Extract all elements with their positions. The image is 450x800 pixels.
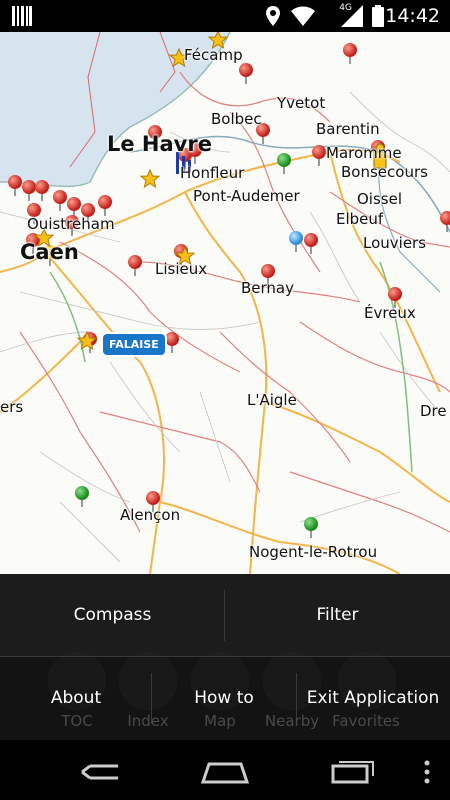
place-alencon: Alençon <box>120 506 181 524</box>
wifi-icon <box>291 6 315 26</box>
overflow-menu-icon[interactable] <box>423 760 431 784</box>
place-fecamp: Fécamp <box>184 46 243 64</box>
clock: 14:42 <box>385 5 440 27</box>
place-barentin: Barentin <box>316 120 380 138</box>
barcode-icon <box>12 6 32 26</box>
location-icon <box>266 6 280 26</box>
home-icon[interactable] <box>201 760 249 784</box>
place-oissel: Oissel <box>357 190 402 208</box>
place-nogent-le-rotrou: Nogent-le-Rotrou <box>249 543 378 561</box>
place-bernay: Bernay <box>241 279 294 297</box>
falaise-badge[interactable]: FALAISE <box>103 334 165 355</box>
place-honfleur: Honfleur <box>180 164 245 182</box>
place-caen: Caen <box>20 240 79 264</box>
nearby-label: Nearby <box>264 712 320 730</box>
signal-icon <box>341 5 363 27</box>
place-bonsecours: Bonsecours <box>341 163 428 181</box>
navigation-bar <box>0 740 450 800</box>
compass-menu-item[interactable]: Compass <box>0 574 225 657</box>
map-view[interactable]: Fécamp Yvetot Bolbec Le Havre Barentin H… <box>0 32 450 574</box>
place-dreux: Dre <box>420 402 447 420</box>
place-lisieux: Lisieux <box>155 260 208 278</box>
place-elbeuf: Elbeuf <box>336 210 384 228</box>
place-yvetot: Yvetot <box>277 94 326 112</box>
place-le-havre: Le Havre <box>107 132 212 156</box>
place-maromme: Maromme <box>326 144 402 162</box>
recent-apps-icon[interactable] <box>331 760 375 784</box>
battery-icon <box>372 5 384 27</box>
blue-pin-marker <box>289 231 303 252</box>
place-bolbec: Bolbec <box>211 110 262 128</box>
options-menu: Compass Filter About How to Exit Applica… <box>0 574 450 740</box>
place-ouistreham: Ouistreham <box>27 215 115 233</box>
place-laigle: L'Aigle <box>247 391 297 409</box>
favorites-label: Favorites <box>332 712 400 730</box>
back-icon[interactable] <box>78 760 122 784</box>
place-louviers: Louviers <box>363 234 427 252</box>
filter-menu-item[interactable]: Filter <box>225 574 450 657</box>
place-evreux: Évreux <box>364 304 416 322</box>
status-bar: 4G 14:42 <box>0 0 450 32</box>
place-pont-audemer: Pont-Audemer <box>193 187 300 205</box>
toc-label: TOC <box>61 712 93 730</box>
index-label: Index <box>127 712 169 730</box>
place-vire: ers <box>0 398 24 416</box>
map-label: Map <box>204 712 236 730</box>
menu-row-1: Compass Filter <box>0 574 450 657</box>
